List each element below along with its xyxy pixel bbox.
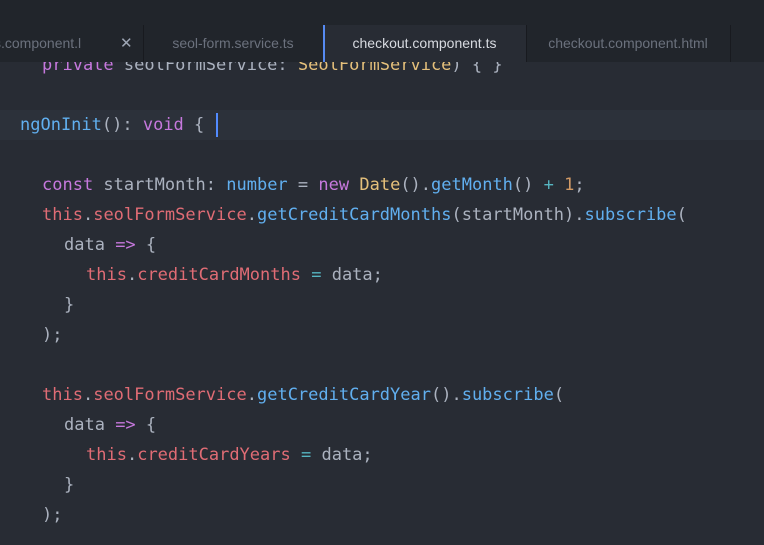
active-tab-indicator — [323, 25, 325, 62]
code-line: data => { — [64, 415, 157, 435]
code-line: data => { — [64, 235, 157, 255]
tab-component-partial[interactable]: s.component.l ✕ — [0, 25, 143, 62]
code-line: } — [64, 475, 75, 495]
close-icon[interactable]: ✕ — [120, 25, 133, 62]
tab-label: checkout.component.html — [548, 35, 708, 51]
code-editor[interactable]: private seolFormService: SeolFormService… — [0, 62, 764, 545]
code-line: ); — [42, 325, 63, 345]
code-line: this.creditCardYears = data; — [86, 445, 373, 465]
code-line: ); — [42, 505, 63, 525]
code-line: private seolFormService: SeolFormService… — [42, 62, 503, 75]
tab-seol-form-service[interactable]: seol-form.service.ts — [143, 25, 323, 62]
tab-bar: s.component.l ✕ seol-form.service.ts che… — [0, 25, 764, 62]
tab-divider — [730, 25, 731, 62]
text-cursor — [216, 113, 218, 137]
tab-label: s.component.l — [0, 35, 82, 51]
code-line: this.seolFormService.getCreditCardYear()… — [42, 385, 565, 405]
code-line: } — [64, 295, 75, 315]
tab-label: checkout.component.ts — [352, 35, 497, 51]
tab-label: seol-form.service.ts — [172, 35, 294, 51]
code-line: const startMonth: number = new Date().ge… — [42, 175, 585, 195]
code-line: this.seolFormService.getCreditCardMonths… — [42, 205, 687, 225]
tab-checkout-component-ts-active[interactable]: checkout.component.ts — [323, 25, 526, 62]
code-line: ngOnInit(): void { — [20, 115, 205, 135]
title-bar — [0, 0, 764, 25]
tab-checkout-component-html[interactable]: checkout.component.html — [526, 25, 730, 62]
code-line: this.creditCardMonths = data; — [86, 265, 383, 285]
